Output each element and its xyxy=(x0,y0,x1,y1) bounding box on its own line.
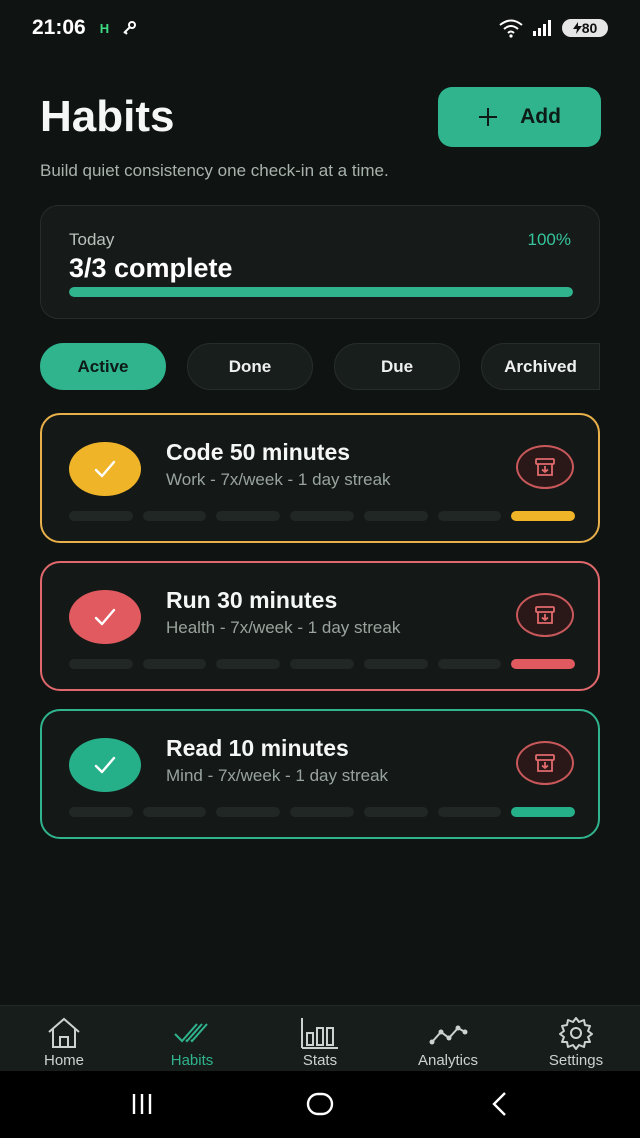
nav-home[interactable]: Home xyxy=(0,1006,128,1072)
streak-day-segment xyxy=(363,659,428,669)
check-icon xyxy=(94,460,116,478)
status-bar: 21:06 H 80 xyxy=(0,0,640,56)
streak-day-segment xyxy=(142,511,207,521)
tab-active[interactable]: Active xyxy=(40,343,166,390)
battery-level: 80 xyxy=(581,20,598,36)
nav-label: Home xyxy=(43,1052,84,1069)
habit-card-run[interactable]: Run 30 minutes Health - 7x/week - 1 day … xyxy=(40,561,600,691)
streak-day-segment xyxy=(290,807,354,817)
habit-check-button[interactable] xyxy=(69,590,141,644)
today-progress-bar xyxy=(69,287,573,297)
tab-label: Active xyxy=(77,356,129,376)
habit-meta: Mind - 7x/week - 1 day streak xyxy=(166,766,389,785)
habit-card-read[interactable]: Read 10 minutes Mind - 7x/week - 1 day s… xyxy=(40,709,600,839)
nav-label: Analytics xyxy=(417,1052,479,1069)
habit-name: Read 10 minutes xyxy=(166,735,349,761)
tab-label: Archived xyxy=(504,356,577,376)
archive-button[interactable] xyxy=(516,741,574,785)
habit-check-button[interactable] xyxy=(69,442,141,496)
archive-icon xyxy=(535,606,555,624)
plus-icon xyxy=(479,108,498,126)
habit-check-button[interactable] xyxy=(69,738,141,792)
back-button[interactable] xyxy=(480,1087,520,1121)
today-percent: 100% xyxy=(527,230,571,249)
home-circle-icon xyxy=(306,1092,334,1116)
today-summary-card: Today 100% 3/3 complete xyxy=(40,205,600,319)
streak-day-segment xyxy=(290,511,354,521)
streak-day-segment xyxy=(216,659,281,669)
nav-settings[interactable]: Settings xyxy=(512,1006,640,1072)
streak-day-segment xyxy=(437,807,502,817)
charging-bolt-icon xyxy=(572,22,582,34)
bar-chart-icon xyxy=(301,1018,338,1049)
signal-icon xyxy=(533,20,551,36)
streak-day-segment xyxy=(290,659,354,669)
bottom-navigation: Home Habits Stats Analytics Settings xyxy=(0,1005,640,1071)
habit-name: Run 30 minutes xyxy=(166,587,338,613)
streak-day-segment xyxy=(142,659,207,669)
add-button-label: Add xyxy=(520,105,561,128)
today-completion: 3/3 complete xyxy=(69,253,233,283)
recent-apps-icon xyxy=(132,1094,152,1114)
habit-meta: Health - 7x/week - 1 day streak xyxy=(166,618,401,637)
weekly-streak-bar xyxy=(69,807,576,817)
home-system-button[interactable] xyxy=(300,1087,340,1121)
habit-card-code[interactable]: Code 50 minutes Work - 7x/week - 1 day s… xyxy=(40,413,600,543)
archive-icon xyxy=(535,458,555,476)
back-chevron-icon xyxy=(492,1092,506,1116)
page-title: Habits xyxy=(40,92,175,141)
status-icons: 80 xyxy=(498,18,608,38)
streak-day-segment xyxy=(363,511,428,521)
status-time: 21:06 xyxy=(32,16,86,39)
tab-done[interactable]: Done xyxy=(187,343,313,390)
key-icon xyxy=(123,21,137,35)
tab-label: Done xyxy=(228,356,272,376)
habit-name: Code 50 minutes xyxy=(166,439,351,465)
streak-day-segment xyxy=(69,511,133,521)
tab-due[interactable]: Due xyxy=(334,343,460,390)
nav-analytics[interactable]: Analytics xyxy=(384,1006,512,1072)
battery-indicator: 80 xyxy=(562,19,608,37)
nav-label: Habits xyxy=(170,1052,214,1069)
streak-day-segment xyxy=(511,659,576,669)
archive-button[interactable] xyxy=(516,445,574,489)
add-habit-button[interactable]: Add xyxy=(438,87,601,147)
tab-label: Due xyxy=(380,356,414,376)
recent-apps-button[interactable] xyxy=(122,1087,162,1121)
check-icon xyxy=(94,756,116,774)
weekly-streak-bar xyxy=(69,511,576,521)
archive-button[interactable] xyxy=(516,593,574,637)
check-icon xyxy=(94,608,116,626)
streak-day-segment xyxy=(511,511,576,521)
today-label: Today xyxy=(69,230,115,249)
nav-label: Stats xyxy=(302,1052,338,1069)
streak-day-segment xyxy=(69,659,133,669)
streak-day-segment xyxy=(437,659,502,669)
page-subtitle: Build quiet consistency one check-in at … xyxy=(40,161,389,180)
weekly-streak-bar xyxy=(69,659,576,669)
streak-day-segment xyxy=(363,807,428,817)
filter-tabs: Active Done Due Archived xyxy=(40,343,600,390)
streak-day-segment xyxy=(511,807,576,817)
habit-meta: Work - 7x/week - 1 day streak xyxy=(166,470,391,489)
nav-habits[interactable]: Habits xyxy=(128,1006,256,1072)
streak-day-segment xyxy=(437,511,502,521)
gear-icon xyxy=(559,1017,593,1050)
nav-stats[interactable]: Stats xyxy=(256,1006,384,1072)
network-type-indicator: H xyxy=(99,20,110,36)
wifi-icon xyxy=(499,19,523,38)
trend-line-icon xyxy=(429,1025,468,1045)
streak-day-segment xyxy=(216,511,281,521)
double-check-icon xyxy=(174,1023,208,1043)
streak-day-segment xyxy=(216,807,281,817)
home-icon xyxy=(48,1017,80,1048)
system-navigation-bar xyxy=(0,1071,640,1138)
archive-icon xyxy=(535,754,555,772)
tab-archived[interactable]: Archived xyxy=(481,343,600,390)
nav-label: Settings xyxy=(548,1052,604,1069)
today-progress-fill xyxy=(69,287,573,297)
streak-day-segment xyxy=(69,807,133,817)
streak-day-segment xyxy=(142,807,207,817)
